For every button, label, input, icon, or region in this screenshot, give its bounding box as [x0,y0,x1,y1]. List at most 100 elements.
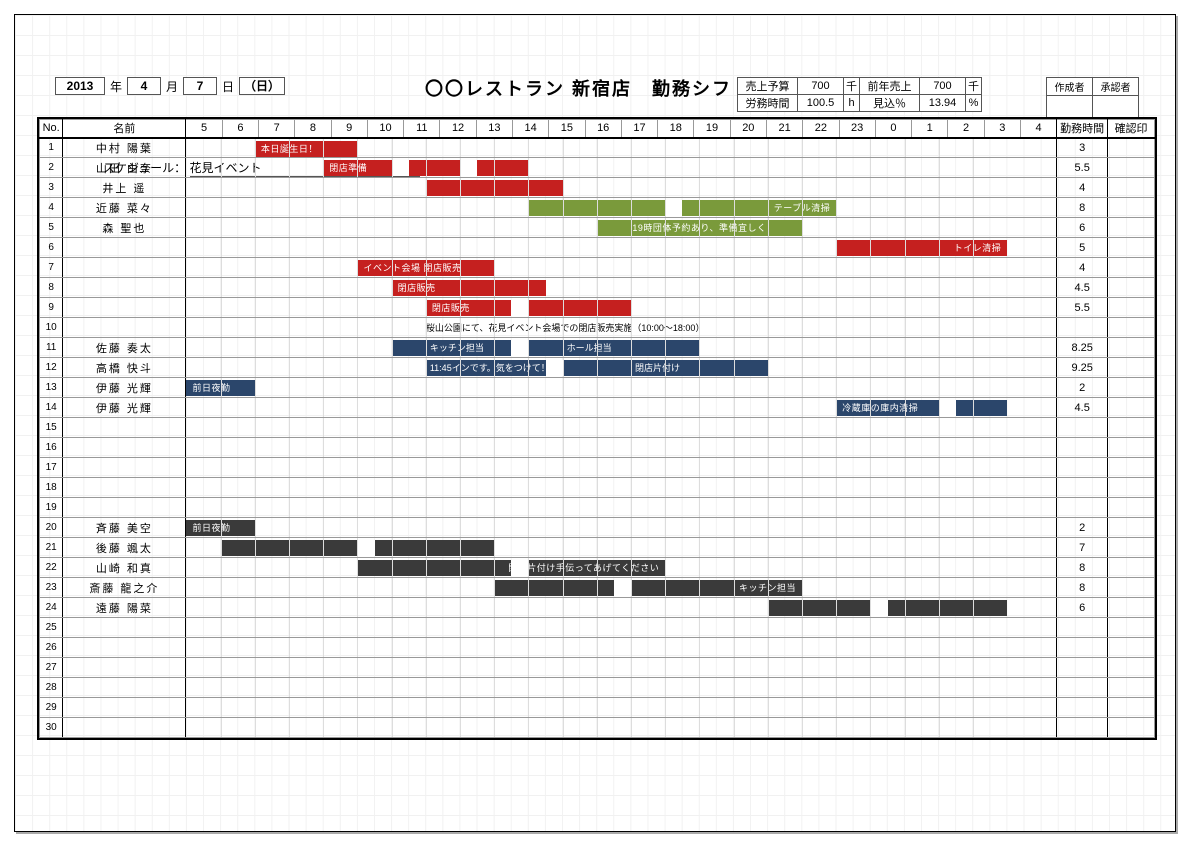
row-name [63,698,186,718]
row-9: 9閉店販売5.5 [40,298,1155,318]
col-hour-7: 7 [259,120,295,138]
row-stamp [1108,238,1155,258]
row-work [1057,438,1108,458]
ratio-value: 13.94 [920,95,966,112]
col-hour-15: 15 [549,120,585,138]
row-name: 伊藤 光輝 [63,378,186,398]
row-no: 17 [40,458,63,478]
row-work: 8 [1057,558,1108,578]
col-hour-6: 6 [222,120,258,138]
sales-budget-value: 700 [798,78,844,95]
row-name [63,718,186,738]
row-no: 11 [40,338,63,358]
row-work: 4.5 [1057,278,1108,298]
row-no: 3 [40,178,63,198]
row-no: 27 [40,658,63,678]
row-stamp [1108,498,1155,518]
row-name: 遠藤 陽菜 [63,598,186,618]
row-no: 30 [40,718,63,738]
row-name: 後藤 颯太 [63,538,186,558]
col-hour-12: 12 [440,120,476,138]
row-work: 8 [1057,578,1108,598]
shift-bar: 冷蔵庫の庫内清掃 [836,400,1007,416]
row-stamp [1108,178,1155,198]
row-5: 5森 聖也19時団体予約あり、準備宜しく6 [40,218,1155,238]
row-chart [186,658,1057,678]
row-name: 高橋 快斗 [63,358,186,378]
row-chart: キッチン担当 [186,578,1057,598]
row-no: 7 [40,258,63,278]
row-chart: 閉店片付け手伝ってあげてください [186,558,1057,578]
year-value: 2013 [55,77,105,95]
row-no: 1 [40,138,63,158]
row-14: 14伊藤 光輝冷蔵庫の庫内清掃4.5 [40,398,1155,418]
row-7: 7イベント会場 閉店販売4 [40,258,1155,278]
row-name [63,278,186,298]
bar-label: ホール担当 [567,341,612,354]
row-stamp [1108,218,1155,238]
row-stamp [1108,638,1155,658]
labor-value: 100.5 [798,95,844,112]
row-4: 4近藤 菜々テーブル清掃8 [40,198,1155,218]
shift-bar: トイレ清掃 [836,240,1007,256]
row-stamp [1108,658,1155,678]
col-hour-16: 16 [585,120,621,138]
row-name: 森 聖也 [63,218,186,238]
row-no: 12 [40,358,63,378]
row-chart [186,678,1057,698]
shift-table: No. 名前5678910111213141516171819202122230… [37,117,1157,740]
row-15: 15 [40,418,1155,438]
col-hour-8: 8 [295,120,331,138]
row-stamp [1108,538,1155,558]
col-hour-4: 4 [1020,120,1056,138]
bar-label: 前日夜勤 [192,521,230,534]
row-work: 5.5 [1057,298,1108,318]
row-chart [186,698,1057,718]
col-hour-3: 3 [984,120,1020,138]
row-chart: 閉店販売 [186,298,1057,318]
row-chart: テーブル清掃 [186,198,1057,218]
row-stamp [1108,198,1155,218]
row-stamp [1108,578,1155,598]
col-hour-9: 9 [331,120,367,138]
row-name [63,458,186,478]
col-hour-14: 14 [512,120,548,138]
row-stamp [1108,598,1155,618]
row-chart [186,538,1057,558]
row-17: 17 [40,458,1155,478]
kpi-block: 売上予算 700 千 前年売上 700 千 労務時間 100.5 h 見込％ 1… [737,77,982,112]
row-stamp [1108,458,1155,478]
row-2: 2山田 由奈閉店準備5.5 [40,158,1155,178]
bar-label: 前日夜勤 [192,381,230,394]
row-name [63,438,186,458]
row-work: 4 [1057,178,1108,198]
row-work [1057,658,1108,678]
row-25: 25 [40,618,1155,638]
row-stamp [1108,258,1155,278]
row-work: 3 [1057,138,1108,158]
prev-sales-label: 前年売上 [860,78,920,95]
col-hour-0: 0 [875,120,911,138]
month-value: 4 [127,77,161,95]
col-stamp: 確認印 [1108,120,1155,138]
shift-bar: 本日誕生日！ [255,141,358,157]
row-chart: 閉店販売 [186,278,1057,298]
row-30: 30 [40,718,1155,738]
row-no: 5 [40,218,63,238]
row-stamp [1108,318,1155,338]
row-stamp [1108,478,1155,498]
col-name: 名前 [63,120,186,138]
row-stamp [1108,558,1155,578]
row-stamp [1108,418,1155,438]
row-22: 22山崎 和真閉店片付け手伝ってあげてください8 [40,558,1155,578]
row-name [63,258,186,278]
row-name: 斎藤 龍之介 [63,578,186,598]
col-hour-13: 13 [476,120,512,138]
row-23: 23斎藤 龍之介キッチン担当8 [40,578,1155,598]
row-29: 29 [40,698,1155,718]
row-no: 4 [40,198,63,218]
row-no: 22 [40,558,63,578]
row-6: 6トイレ清掃5 [40,238,1155,258]
row-chart: イベント会場 閉店販売 [186,258,1057,278]
row-no: 6 [40,238,63,258]
